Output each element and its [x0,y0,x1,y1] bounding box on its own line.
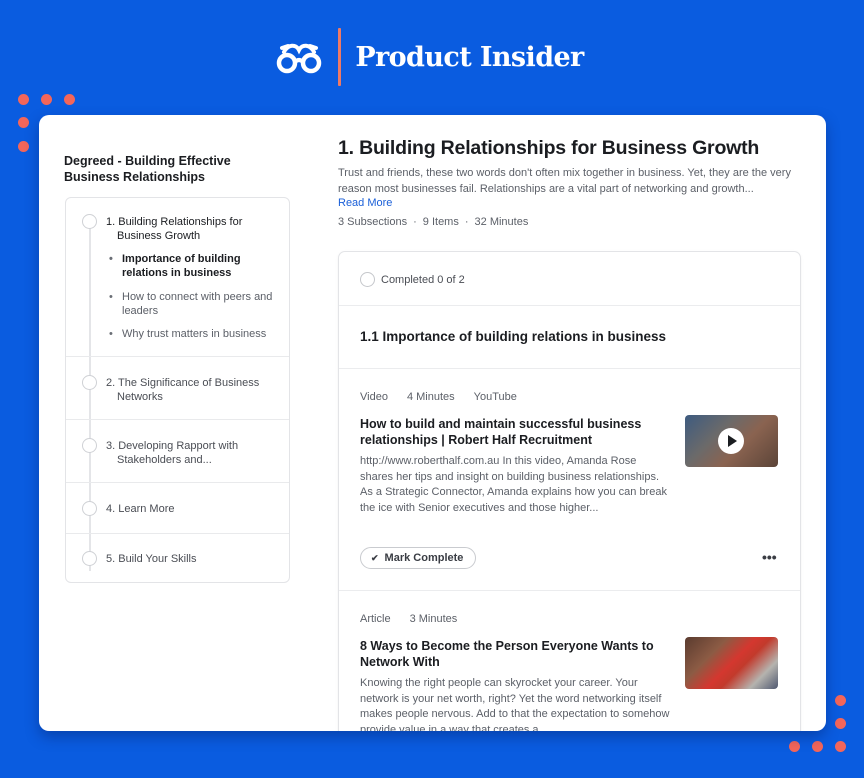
progress-circle-icon [360,272,375,287]
item-description: http://www.roberthalf.com.au In this vid… [360,455,667,514]
outline-section-label[interactable]: 5. Build Your Skills [106,552,276,566]
subsection-title: 1.1 Importance of building relations in … [360,329,667,344]
content-item[interactable]: Video 4 Minutes YouTube How to build and m… [339,369,800,591]
subsection-count: 3 Subsections [338,216,408,228]
item-title[interactable]: 8 Ways to Become the Person Everyone Wan… [360,638,660,670]
outline-subsection[interactable]: How to connect with peers and leaders [109,290,279,318]
mark-complete-button[interactable]: ✔ Mark Complete [360,547,477,569]
outline-section-3[interactable]: 3. Developing Rapport with Stakeholders … [66,420,289,483]
outline-section-1[interactable]: 1. Building Relationships for Business G… [66,198,289,357]
item-source: YouTube [473,391,517,403]
decor-dot [64,94,75,105]
read-more-link[interactable]: Read More [338,197,392,209]
decor-dot [41,94,52,105]
item-type: Video [360,391,388,403]
content-item[interactable]: Article 3 Minutes 8 Ways to Become the Pe… [339,591,800,731]
item-count: 9 Items [422,216,459,228]
brand-header: Product Insider [0,28,864,86]
outline-section-4[interactable]: 4. Learn More [66,483,289,534]
decor-dot [812,741,823,752]
check-icon: ✔ [371,552,379,563]
course-outline: 1. Building Relationships for Business G… [65,197,290,583]
article-thumbnail[interactable] [685,637,778,689]
item-title[interactable]: How to build and maintain successful bus… [360,416,660,448]
mark-complete-label: Mark Complete [384,552,464,564]
decor-dot [835,695,846,706]
brand-divider [338,28,342,86]
decor-dot [835,741,846,752]
duration: 32 Minutes [474,216,529,228]
decor-dot [789,741,800,752]
more-horizontal-icon[interactable]: ••• [762,549,777,565]
outline-section-label[interactable]: 1. Building Relationships for Business G… [106,215,276,243]
decor-dot [18,141,29,152]
play-icon[interactable] [718,428,744,454]
item-meta: Video 4 Minutes YouTube [360,391,536,403]
item-duration: 4 Minutes [406,391,455,403]
item-duration: 3 Minutes [409,613,458,625]
outline-section-label[interactable]: 2. The Significance of Business Networks [106,376,276,404]
item-description: Knowing the right people can skyrocket y… [360,677,670,731]
outline-section-label[interactable]: 4. Learn More [106,502,276,516]
outline-section-label[interactable]: 3. Developing Rapport with Stakeholders … [106,439,276,467]
course-title: Degreed - Building Effective Business Re… [64,154,231,184]
status-circle-icon [82,214,97,229]
item-type: Article [360,613,391,625]
outline-subsection[interactable]: Why trust matters in business [109,327,279,341]
section-title: 1. Building Relationships for Business G… [338,137,760,159]
section-meta: 3 Subsections · 9 Items · 32 Minutes [338,216,529,228]
completion-status: Completed 0 of 2 [339,252,800,306]
decor-dot [835,718,846,729]
course-panel: Degreed - Building Effective Business Re… [39,115,826,731]
item-meta: Article 3 Minutes [360,613,476,625]
outline-section-2[interactable]: 2. The Significance of Business Networks [66,357,289,420]
glasses-icon [277,43,322,74]
subsection-card: Completed 0 of 2 1.1 Importance of build… [338,251,801,731]
decor-dot [18,94,29,105]
status-circle-icon [82,501,97,516]
outline-subsection[interactable]: Importance of building relations in busi… [109,252,279,280]
brand-name: Product Insider [355,41,584,73]
outline-section-5[interactable]: 5. Build Your Skills [66,534,289,584]
video-thumbnail[interactable] [685,415,778,467]
status-circle-icon [82,551,97,566]
status-circle-icon [82,438,97,453]
section-description: Trust and friends, these two words don't… [338,167,791,195]
subsection-header: 1.1 Importance of building relations in … [339,306,800,369]
decor-dot [18,117,29,128]
completion-label: Completed 0 of 2 [381,274,465,286]
status-circle-icon [82,375,97,390]
